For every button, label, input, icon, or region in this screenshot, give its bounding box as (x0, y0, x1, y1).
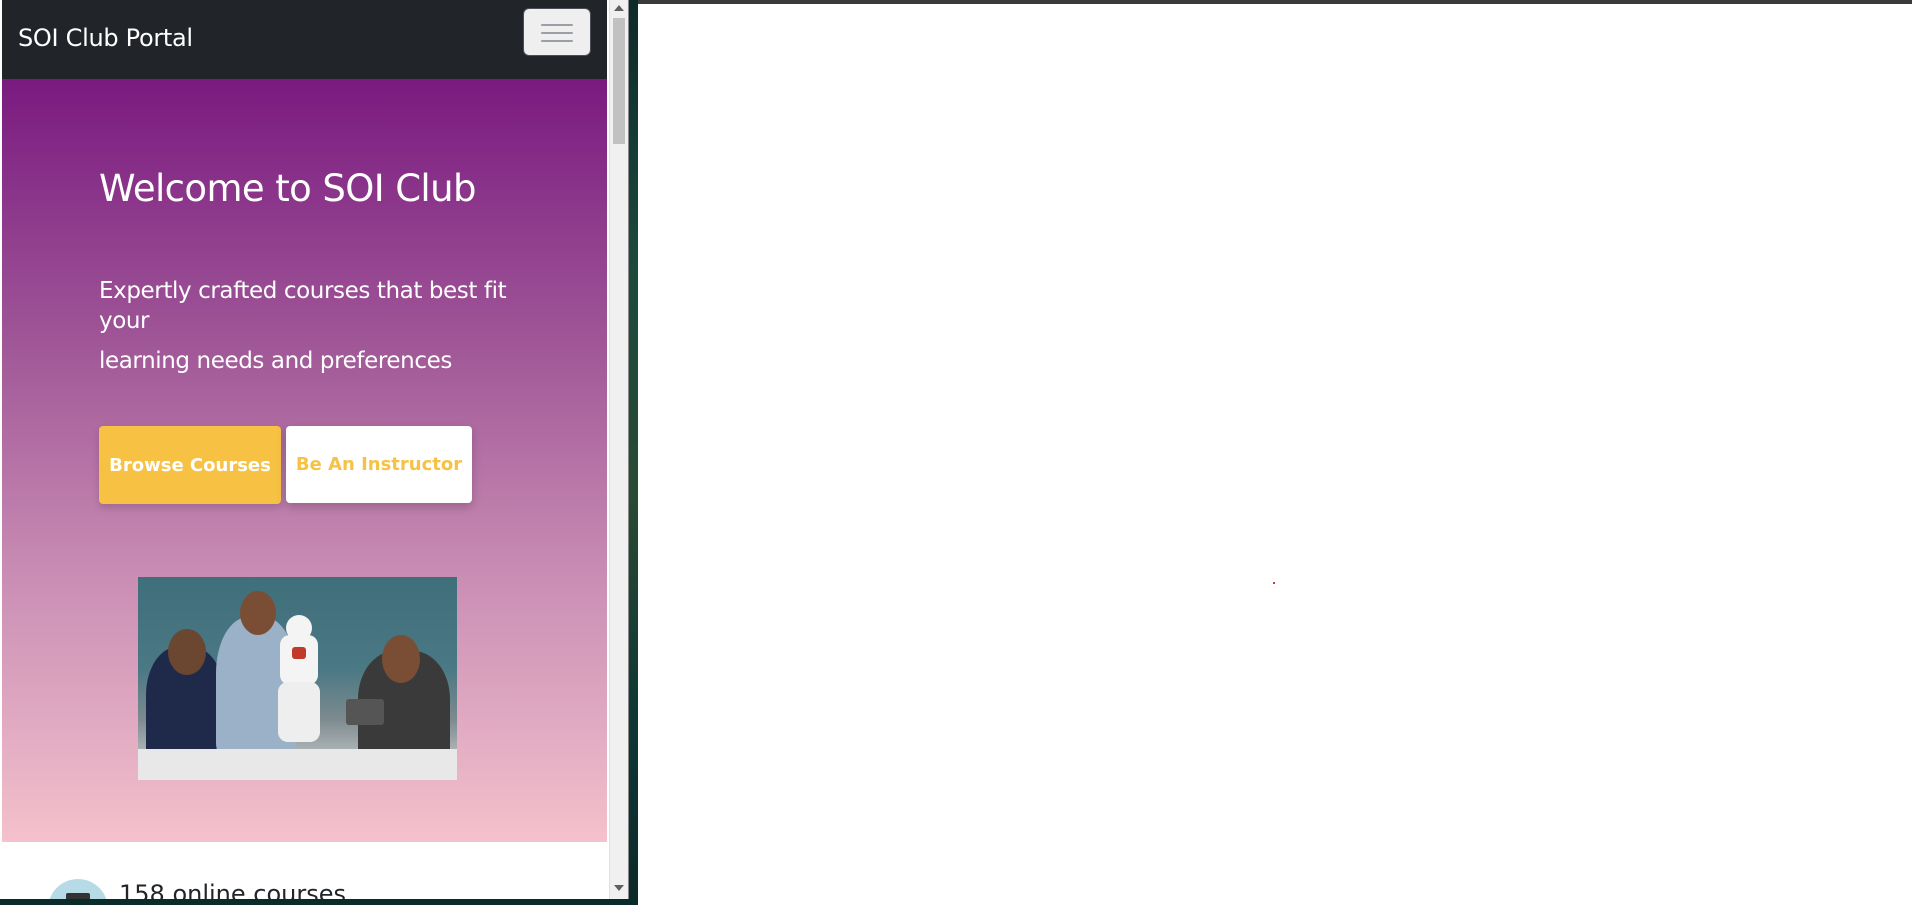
features-section: 158 online courses (2, 842, 607, 899)
browse-courses-button[interactable]: Browse Courses (99, 426, 281, 504)
navbar-toggler-button[interactable] (523, 8, 591, 56)
desktop-background (628, 0, 638, 905)
hero-subtitle-line2: your (99, 308, 150, 334)
scroll-down-arrow-icon[interactable] (614, 885, 624, 891)
hero-subtitle-line1: Expertly crafted courses that best fit (99, 278, 507, 304)
scroll-up-arrow-icon[interactable] (614, 5, 624, 11)
blank-window (638, 0, 1912, 905)
page-viewport: SOI Club Portal Welcome to SOI Club Expe… (2, 0, 607, 899)
hero-section: Welcome to SOI Club Expertly crafted cou… (2, 79, 607, 842)
browser-window: SOI Club Portal Welcome to SOI Club Expe… (0, 0, 629, 899)
cursor-dot (1273, 582, 1275, 584)
hero-title: Welcome to SOI Club (99, 167, 476, 210)
be-an-instructor-button[interactable]: Be An Instructor (286, 426, 472, 503)
laptop-icon (48, 879, 108, 899)
navbar-brand[interactable]: SOI Club Portal (18, 24, 193, 52)
scrollbar-thumb[interactable] (613, 18, 625, 144)
hero-image (138, 577, 457, 780)
vertical-scrollbar[interactable] (609, 0, 628, 899)
feature-online-courses: 158 online courses (119, 880, 347, 899)
hero-subtitle-line3: learning needs and preferences (99, 348, 452, 374)
navbar: SOI Club Portal (2, 0, 607, 79)
